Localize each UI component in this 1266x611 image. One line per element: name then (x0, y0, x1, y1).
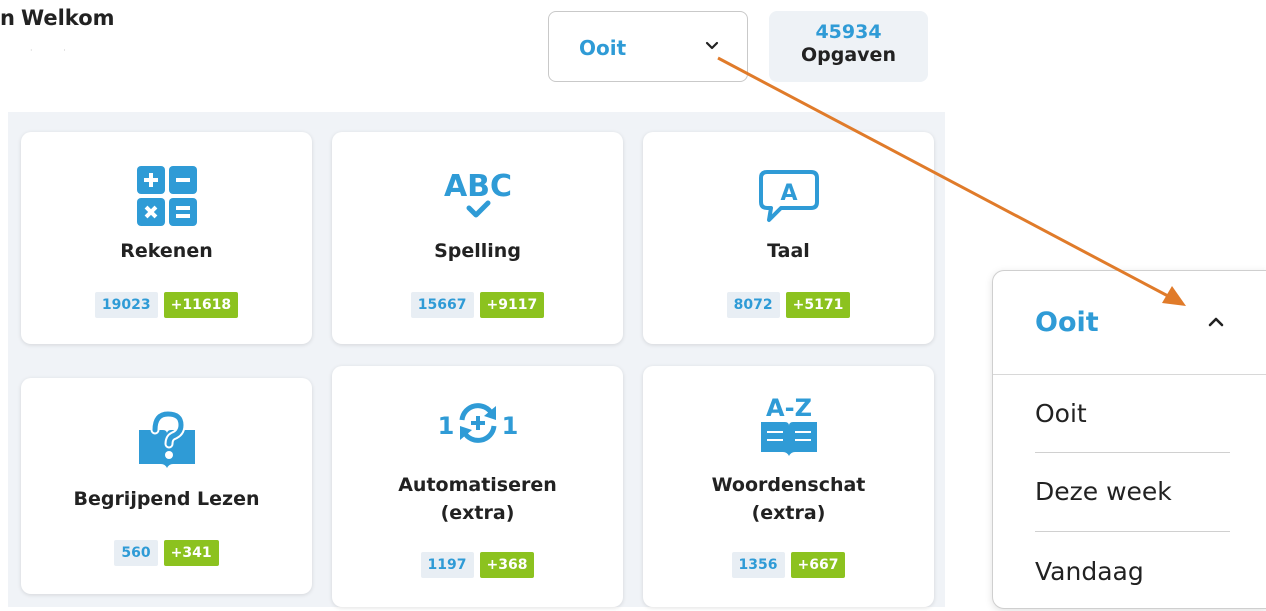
period-option-vandaag[interactable]: Vandaag (1035, 533, 1230, 611)
subject-gain-badge: +9117 (479, 292, 545, 318)
subject-gain-badge: +5171 (785, 292, 851, 318)
subject-title: Begrijpend Lezen (73, 488, 260, 510)
subject-total-badge: 19023 (94, 292, 158, 318)
period-select[interactable]: Ooit (548, 11, 748, 82)
abc-check-icon: ABC (443, 169, 512, 218)
chevron-up-icon (1208, 317, 1224, 327)
subject-title-line1: Automatiseren (398, 474, 557, 496)
subject-card-spelling[interactable]: ABC Spelling 15667 +9117 (332, 132, 623, 344)
period-option-ooit[interactable]: Ooit (1035, 375, 1230, 453)
welcome-greeting: n Welkom (0, 6, 115, 30)
svg-text:1: 1 (501, 412, 518, 440)
greeting-text: Welkom (20, 6, 115, 30)
subject-stats: 560 +341 (21, 540, 312, 566)
option-divider (1035, 531, 1230, 532)
svg-text:1: 1 (437, 412, 454, 440)
subject-card-rekenen[interactable]: Rekenen 19023 +11618 (21, 132, 312, 344)
subject-title-line2: (extra) (751, 502, 826, 524)
subject-stats: 8072 +5171 (643, 292, 934, 318)
subject-stats: 1356 +667 (643, 552, 934, 578)
svg-text:A: A (780, 181, 797, 206)
period-dropdown-header[interactable]: Ooit (993, 271, 1266, 375)
subject-title: Rekenen (120, 240, 213, 262)
speech-bubble-a-icon: A (758, 170, 819, 222)
period-select-value: Ooit (579, 36, 627, 60)
subject-title-line2: (extra) (440, 502, 515, 524)
math-operations-icon (136, 166, 197, 226)
subject-stats: 19023 +11618 (21, 292, 312, 318)
svg-text:A-Z: A-Z (766, 394, 812, 422)
subject-gain-badge: +368 (479, 552, 535, 578)
period-dropdown-expanded[interactable]: Ooit Ooit Deze week Vandaag (992, 270, 1266, 609)
chevron-down-icon (705, 41, 719, 50)
book-az-icon: A-Z (760, 394, 817, 456)
subject-card-woordenschat[interactable]: A-Z Woordenschat (extra) 1356 +667 (643, 366, 934, 607)
subject-total-badge: 560 (114, 540, 158, 566)
subject-stats: 1197 +368 (332, 552, 623, 578)
exercise-count: 45934 (815, 21, 882, 43)
subject-gain-badge: +11618 (163, 292, 239, 318)
subject-total-badge: 1197 (420, 552, 474, 578)
subject-total-badge: 1356 (731, 552, 785, 578)
exercise-count-box: 45934 Opgaven (769, 11, 928, 82)
decorative-dots: · · (30, 46, 80, 55)
book-question-icon (138, 409, 195, 468)
svg-text:ABC: ABC (443, 169, 511, 204)
period-option-deze-week[interactable]: Deze week (1035, 453, 1230, 531)
period-dropdown-value: Ooit (1035, 307, 1099, 338)
subject-title: Taal (767, 240, 810, 262)
subject-total-badge: 8072 (726, 292, 780, 318)
repeat-plus-icon: 1 1 (437, 403, 518, 443)
subject-total-badge: 15667 (410, 292, 474, 318)
subjects-panel: Rekenen 19023 +11618 ABC Spelling 15667 … (8, 112, 945, 607)
subject-stats: 15667 +9117 (332, 292, 623, 318)
subject-gain-badge: +667 (790, 552, 846, 578)
exercise-count-label: Opgaven (801, 44, 896, 66)
subject-title-line1: Woordenschat (711, 474, 866, 496)
subject-title: Spelling (434, 240, 521, 262)
subject-card-taal[interactable]: A Taal 8072 +5171 (643, 132, 934, 344)
subject-card-begrijpend-lezen[interactable]: Begrijpend Lezen 560 +341 (21, 378, 312, 594)
subject-card-automatiseren[interactable]: 1 1 Automatiseren (extra) 1197 +368 (332, 366, 623, 607)
greeting-prefix: n (0, 6, 15, 30)
subject-gain-badge: +341 (163, 540, 219, 566)
